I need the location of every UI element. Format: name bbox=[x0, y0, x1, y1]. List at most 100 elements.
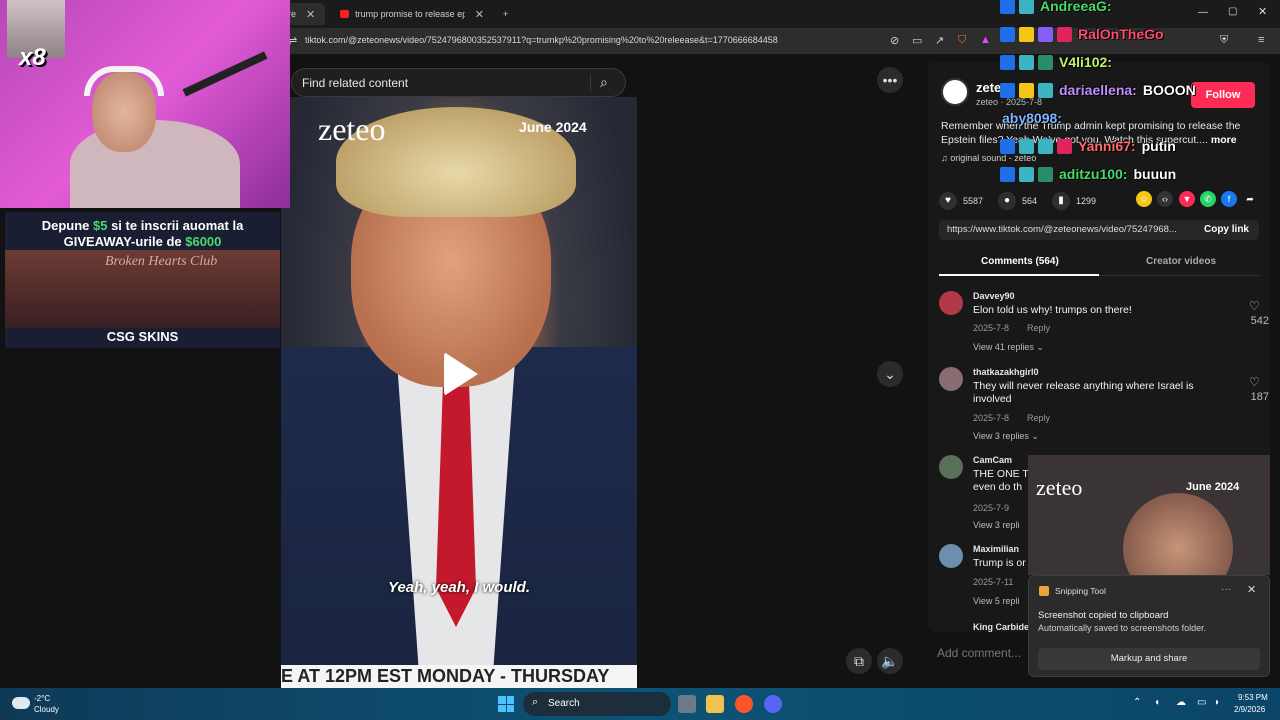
new-tab-button[interactable]: + bbox=[495, 3, 516, 25]
close-icon[interactable]: ✕ bbox=[1247, 583, 1256, 596]
clock-time[interactable]: 9:53 PM bbox=[1238, 693, 1268, 702]
badge-icon bbox=[1000, 26, 1015, 42]
comment-date: 2025-7-8 bbox=[973, 413, 1010, 423]
more-options-icon[interactable]: ••• bbox=[877, 67, 903, 93]
comment-user[interactable]: King Carbide bbox=[973, 622, 1029, 632]
weather-temperature[interactable]: -2°C bbox=[34, 694, 50, 703]
menu-icon[interactable]: ≡ bbox=[1258, 34, 1264, 46]
comment-icon[interactable]: ● bbox=[998, 192, 1016, 210]
brave-shield-icon[interactable]: ⛉ bbox=[958, 34, 966, 47]
share-link-text[interactable]: https://www.tiktok.com/@zeteonews/video/… bbox=[947, 224, 1177, 235]
close-icon[interactable]: ✕ bbox=[475, 8, 484, 21]
comment-user[interactable]: Davvey90 bbox=[973, 291, 1015, 301]
multiplier-label: x8 bbox=[19, 44, 46, 71]
play-icon[interactable] bbox=[444, 352, 478, 396]
search-input[interactable]: Find related content bbox=[302, 76, 408, 90]
speaker-icon[interactable]: ◖ bbox=[1154, 697, 1160, 708]
close-window-icon[interactable]: ✕ bbox=[1258, 5, 1267, 18]
display-icon[interactable]: ▭ bbox=[1197, 697, 1206, 708]
chat-message: aby8098: bbox=[1000, 110, 1062, 126]
avatar[interactable] bbox=[939, 291, 963, 315]
taskbar: -2°C Cloudy ⌕ Search ⌃ ◖ ☁ ▭ ◗ 9:53 PM 2… bbox=[0, 688, 1280, 720]
markup-and-share-button[interactable]: Markup and share bbox=[1038, 648, 1260, 670]
reply-button[interactable]: Reply bbox=[1027, 413, 1050, 423]
chevron-down-icon[interactable]: ⌄ bbox=[877, 361, 903, 387]
comment-item: Davvey90 Elon told us why! trumps on the… bbox=[939, 291, 1269, 361]
ad-club-title: Broken Hearts Club bbox=[105, 254, 218, 269]
comment-stat[interactable]: ● 564 bbox=[998, 192, 1037, 210]
start-button[interactable] bbox=[498, 696, 514, 712]
rewards-icon[interactable]: ▲ bbox=[980, 34, 991, 46]
youtube-icon bbox=[340, 10, 350, 18]
onedrive-icon[interactable]: ☁ bbox=[1176, 697, 1186, 708]
add-comment-input[interactable]: Add comment... bbox=[937, 646, 1021, 660]
volume-icon[interactable]: 🔈 bbox=[877, 648, 903, 674]
mini-video-figure bbox=[1123, 493, 1233, 575]
tab-creator-videos[interactable]: Creator videos bbox=[1146, 256, 1216, 267]
more-options-icon[interactable]: ··· bbox=[1221, 584, 1231, 595]
cast-icon[interactable]: ▭ bbox=[912, 34, 922, 47]
author-avatar[interactable] bbox=[941, 78, 969, 106]
view-replies-link[interactable]: View 41 replies ⌄ bbox=[973, 342, 1044, 353]
share-icon[interactable]: ↗ bbox=[935, 34, 944, 47]
embed-icon[interactable]: ‹› bbox=[1157, 191, 1173, 207]
browser-tab[interactable]: trump promise to release epstein file ✕ bbox=[332, 3, 492, 25]
facebook-icon[interactable]: f bbox=[1221, 191, 1237, 207]
url-field[interactable]: tiktok.com/@zeteonews/video/752479680035… bbox=[305, 35, 778, 45]
taskbar-search[interactable]: ⌕ Search bbox=[523, 692, 671, 716]
avatar[interactable] bbox=[939, 367, 963, 391]
comment-date: 2025-7-11 bbox=[973, 577, 1014, 587]
video-player[interactable]: zeteo June 2024 Yeah, yeah, I would. E A… bbox=[281, 97, 637, 688]
minimize-icon[interactable]: — bbox=[1198, 7, 1208, 18]
comment-user[interactable]: Maximilian bbox=[973, 544, 1019, 554]
share-arrow-icon[interactable]: ➦ bbox=[1242, 191, 1258, 207]
view-replies-link[interactable]: View 3 repli bbox=[973, 520, 1019, 530]
author-name[interactable]: zete bbox=[976, 80, 1001, 95]
weather-condition[interactable]: Cloudy bbox=[34, 705, 59, 714]
no-eye-icon[interactable]: ⊘ bbox=[890, 34, 899, 47]
sound-info[interactable]: ♫ original sound - zeteo bbox=[941, 153, 1036, 163]
badge-icon bbox=[1019, 138, 1034, 154]
task-view-icon[interactable] bbox=[678, 695, 696, 713]
chat-user: Yanni67: bbox=[1078, 138, 1136, 154]
avatar[interactable] bbox=[939, 455, 963, 479]
comment-user[interactable]: thatkazakhgirl0 bbox=[973, 367, 1039, 377]
related-search-bar[interactable]: Find related content ⌕ bbox=[291, 68, 626, 97]
heart-icon[interactable]: ♥ bbox=[939, 192, 957, 210]
clock-date[interactable]: 2/9/2026 bbox=[1234, 705, 1265, 714]
maximize-icon[interactable]: ▢ bbox=[1228, 6, 1237, 17]
search-icon[interactable]: ⌕ bbox=[600, 74, 608, 91]
badge-icon bbox=[1019, 166, 1034, 182]
volume-icon[interactable]: ◗ bbox=[1214, 697, 1220, 708]
heart-icon[interactable]: ♡ bbox=[1249, 375, 1260, 389]
chevron-up-icon[interactable]: ⌃ bbox=[1133, 697, 1141, 708]
close-icon[interactable]: ✕ bbox=[306, 8, 315, 21]
tab-comments[interactable]: Comments (564) bbox=[981, 256, 1059, 267]
copy-link-button[interactable]: Copy link bbox=[1204, 224, 1249, 235]
reply-button[interactable]: Reply bbox=[1027, 323, 1050, 333]
bookmark-icon[interactable]: ▮ bbox=[1052, 192, 1070, 210]
mini-video-player[interactable]: zeteo June 2024 bbox=[1028, 455, 1270, 575]
repost-icon[interactable]: ▼ bbox=[1179, 191, 1195, 207]
comment-user[interactable]: CamCam bbox=[973, 455, 1012, 465]
cloud-icon[interactable] bbox=[12, 697, 30, 709]
avatar[interactable] bbox=[939, 544, 963, 568]
miniplayer-icon[interactable]: ⧉ bbox=[846, 648, 872, 674]
save-stat[interactable]: ▮ 1299 bbox=[1052, 192, 1096, 210]
shield-icon[interactable]: ⛨ bbox=[1220, 34, 1228, 47]
like-stat[interactable]: ♥ 5587 bbox=[939, 192, 983, 210]
chat-message: AndreeaG: bbox=[1000, 0, 1112, 14]
view-replies-link[interactable]: View 5 repli bbox=[973, 596, 1019, 606]
emoji-share-icon[interactable]: ☺ bbox=[1136, 191, 1152, 207]
follow-button[interactable]: Follow bbox=[1191, 82, 1255, 108]
whatsapp-icon[interactable]: ✆ bbox=[1200, 191, 1216, 207]
chat-user: aditzu100: bbox=[1059, 166, 1128, 182]
view-replies-link[interactable]: View 3 replies ⌄ bbox=[973, 431, 1039, 442]
discord-icon[interactable] bbox=[764, 695, 782, 713]
ad-text: Depune bbox=[41, 218, 93, 233]
more-link[interactable]: more bbox=[1211, 134, 1237, 146]
heart-icon[interactable]: ♡ bbox=[1249, 299, 1260, 313]
brave-browser-icon[interactable] bbox=[735, 695, 753, 713]
snipping-tool-notification[interactable]: Snipping Tool ··· ✕ Screenshot copied to… bbox=[1028, 575, 1270, 677]
file-explorer-icon[interactable] bbox=[706, 695, 724, 713]
